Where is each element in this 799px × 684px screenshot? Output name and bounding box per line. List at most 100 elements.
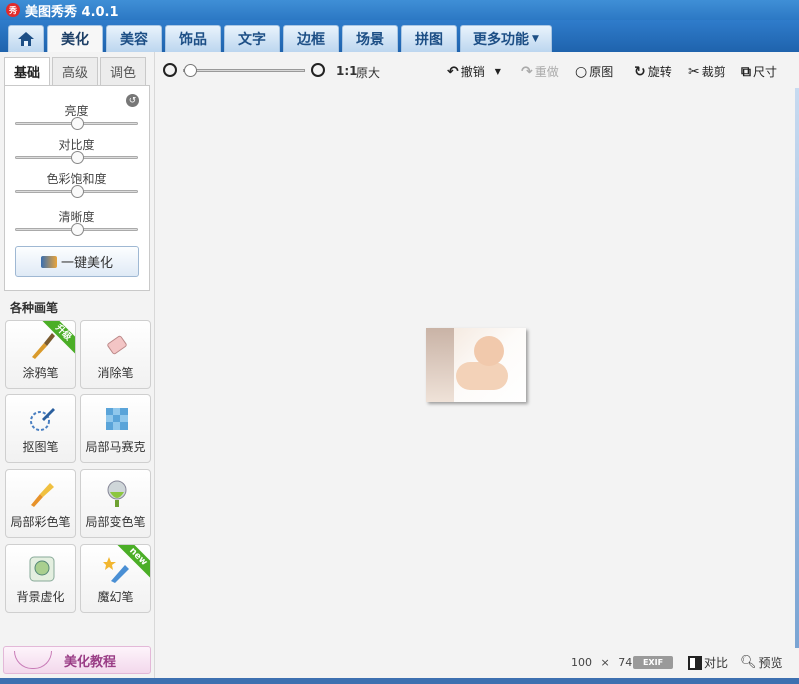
bottom-edge: [0, 678, 799, 684]
zoom-slider-knob[interactable]: [184, 64, 197, 77]
app-title: 美图秀秀 4.0.1: [25, 4, 119, 20]
status-bar: 100 × 74 EXIF 对比 🔍︎ 预览: [155, 648, 799, 678]
redo-label: 重做: [534, 65, 559, 79]
main-nav: 美化 美容 饰品 文字 边框 场景 拼图 更多功能 ▼: [0, 20, 799, 52]
contrast-track[interactable]: [15, 151, 138, 164]
tab-text[interactable]: 文字: [224, 25, 280, 52]
color-change-icon: [107, 480, 127, 507]
scissors-icon: ✂: [688, 63, 700, 80]
undo-icon: ↶: [447, 63, 459, 80]
undo-button[interactable]: ↶ 撤销 ▼: [447, 63, 501, 80]
beautify-tutorial-button[interactable]: 美化教程: [3, 646, 151, 674]
dimension-separator: ×: [600, 656, 610, 669]
zoom-ratio-button[interactable]: 1:1: [336, 64, 358, 78]
title-bar: 秀 美图秀秀 4.0.1: [0, 0, 799, 20]
undo-dropdown-icon[interactable]: ▼: [495, 67, 501, 76]
zoom-in-icon[interactable]: [311, 63, 325, 77]
magic-pen-icon: [103, 557, 129, 583]
paintbrush-icon: [32, 333, 55, 359]
brightness-track[interactable]: [15, 117, 138, 130]
actual-size-label[interactable]: 原大: [356, 64, 380, 81]
canvas-toolbar: 1:1 原大 ↶ 撤销 ▼ ↷ 重做 ○ 原图 ↻ 旋转 ✂ 裁剪 ⧉ 尺寸: [155, 52, 799, 88]
brush-eraser-label: 消除笔: [97, 366, 134, 380]
beautify-tutorial-label: 美化教程: [64, 654, 117, 670]
contrast-slider: 对比度: [15, 136, 138, 164]
preview-label: 预览: [758, 656, 783, 670]
redo-icon: ↷: [521, 63, 533, 80]
redo-button[interactable]: ↷ 重做: [521, 63, 559, 80]
brush-local-color-label: 局部彩色笔: [10, 515, 71, 529]
rotate-label: 旋转: [647, 65, 672, 79]
photo-baby-head: [474, 336, 504, 366]
eraser-icon: [107, 335, 127, 355]
brush-cutout-label: 抠图笔: [22, 440, 59, 454]
color-brush-icon: [31, 483, 54, 507]
image-height: 74: [618, 656, 633, 669]
zoom-slider[interactable]: [183, 64, 305, 77]
left-panel: 基础 高级 调色 ↺ 亮度 对比度 色彩饱和度 清晰度 一键美化 各种画笔 升级…: [0, 52, 155, 684]
contrast-knob[interactable]: [70, 151, 84, 164]
photo-baby-body: [456, 362, 508, 390]
mosaic-icon: [106, 408, 128, 430]
size-label: 尺寸: [753, 65, 778, 79]
brush-doodle[interactable]: 升级 涂鸦笔: [5, 320, 76, 389]
magic-wand-icon: [40, 255, 57, 268]
photo-hand: [426, 328, 454, 402]
tab-frame[interactable]: 边框: [283, 25, 339, 52]
size-button[interactable]: ⧉ 尺寸: [741, 63, 777, 80]
brushes-title: 各种画笔: [10, 301, 59, 315]
brush-magic[interactable]: new 魔幻笔: [80, 544, 151, 613]
sharpness-slider: 清晰度: [15, 208, 138, 236]
sharpness-track[interactable]: [15, 223, 138, 236]
brush-local-color[interactable]: 局部彩色笔: [5, 469, 76, 538]
tab-scene[interactable]: 场景: [342, 25, 398, 52]
exif-button[interactable]: EXIF: [633, 656, 673, 669]
chevron-down-icon: ▼: [532, 34, 539, 44]
preview-icon: 🔍︎: [740, 655, 757, 670]
brightness-knob[interactable]: [70, 117, 84, 130]
blur-icon: [29, 556, 55, 582]
circle-icon: ○: [575, 63, 588, 80]
baby-photo[interactable]: [426, 328, 526, 402]
subtab-advanced[interactable]: 高级: [52, 57, 98, 85]
preview-button[interactable]: 🔍︎ 预览: [740, 654, 783, 671]
brush-cutout[interactable]: 抠图笔: [5, 394, 76, 463]
resize-icon: ⧉: [741, 63, 751, 80]
brightness-slider: 亮度: [15, 102, 138, 130]
sharpness-knob[interactable]: [70, 223, 84, 236]
rotate-button[interactable]: ↻ 旋转: [634, 63, 672, 80]
saturation-track[interactable]: [15, 185, 138, 198]
brush-background-blur[interactable]: 背景虚化: [5, 544, 76, 613]
feet-icon: [14, 651, 52, 669]
compare-button[interactable]: 对比: [688, 654, 728, 671]
app-logo-icon: 秀: [6, 3, 20, 17]
tab-collage[interactable]: 拼图: [401, 25, 457, 52]
original-button[interactable]: ○ 原图: [575, 63, 613, 80]
subtab-basic[interactable]: 基础: [4, 57, 50, 85]
saturation-slider: 色彩饱和度: [15, 170, 138, 198]
brush-background-blur-label: 背景虚化: [16, 590, 65, 604]
subtab-color[interactable]: 调色: [100, 57, 146, 85]
crop-label: 裁剪: [701, 65, 726, 79]
zoom-out-icon[interactable]: [163, 63, 177, 77]
tab-beautify[interactable]: 美化: [47, 25, 103, 52]
brush-color-change[interactable]: 局部变色笔: [80, 469, 151, 538]
image-width: 100: [571, 656, 592, 669]
home-tab[interactable]: [8, 25, 44, 52]
brush-eraser[interactable]: 消除笔: [80, 320, 151, 389]
brush-mosaic[interactable]: 局部马赛克: [80, 394, 151, 463]
tab-more-features[interactable]: 更多功能 ▼: [460, 25, 552, 52]
basic-adjust-panel: ↺ 亮度 对比度 色彩饱和度 清晰度 一键美化: [4, 85, 150, 291]
brush-color-change-label: 局部变色笔: [85, 515, 146, 529]
compare-label: 对比: [704, 656, 729, 670]
tab-beauty[interactable]: 美容: [106, 25, 162, 52]
brush-mosaic-label: 局部马赛克: [85, 440, 146, 454]
one-key-beautify-button[interactable]: 一键美化: [15, 246, 139, 277]
original-label: 原图: [589, 65, 614, 79]
crop-button[interactable]: ✂ 裁剪: [688, 63, 726, 80]
rotate-icon: ↻: [634, 63, 646, 80]
canvas-area[interactable]: [155, 88, 799, 648]
tab-accessories[interactable]: 饰品: [165, 25, 221, 52]
brush-doodle-label: 涂鸦笔: [22, 366, 59, 380]
saturation-knob[interactable]: [70, 185, 84, 198]
